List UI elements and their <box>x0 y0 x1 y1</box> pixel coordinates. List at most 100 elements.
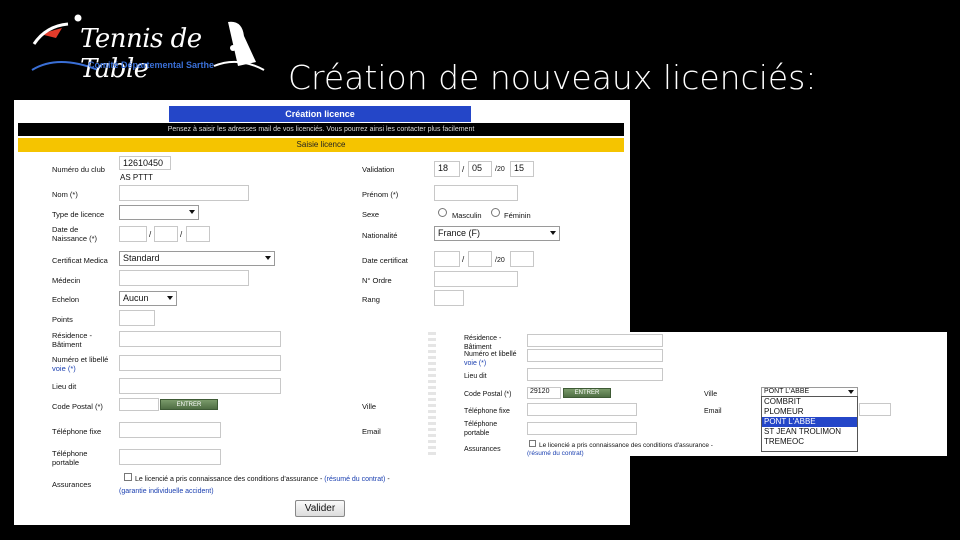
code-postal-label: Code Postal (*) <box>52 402 103 411</box>
zoom-tel-portable-field[interactable] <box>527 422 637 435</box>
residence-label: Résidence - Bâtiment <box>52 331 93 349</box>
ordre-label: N° Ordre <box>362 276 392 285</box>
chevron-down-icon <box>167 296 173 300</box>
panel-stripe <box>428 332 436 456</box>
club-number-field[interactable]: 12610450 <box>119 156 171 170</box>
licence-form: Création licence Pensez à saisir les adr… <box>14 100 630 525</box>
ville-option[interactable]: PONT L'ABBE <box>762 417 857 427</box>
chevron-down-icon <box>550 231 556 235</box>
zoom-resume-contrat-link[interactable]: (résumé du contrat) <box>527 449 584 458</box>
slide-title: Création de nouveaux licenciés: <box>288 58 817 97</box>
ordre-field[interactable] <box>434 271 518 287</box>
garantie-link[interactable]: (garantie individuelle accident) <box>119 487 214 496</box>
zoom-lieudit-label: Lieu dit <box>464 373 487 380</box>
resume-contrat-link[interactable]: (résumé du contrat) <box>324 476 385 483</box>
rang-label: Rang <box>362 295 380 304</box>
slide: Tennis de Table Comité Départemental Sar… <box>0 0 960 540</box>
nationalite-select[interactable]: France (F) <box>434 226 560 241</box>
zoom-email-field[interactable] <box>859 403 891 416</box>
date-certificat-year-field[interactable] <box>510 251 534 267</box>
prenom-label: Prénom (*) <box>362 190 399 199</box>
zoomed-form-panel: Résidence - Bâtiment Numéro et libellé voi… <box>428 332 947 458</box>
naissance-day-field[interactable] <box>119 226 147 242</box>
voie-label: Numéro et libellé voie (*) <box>52 355 109 373</box>
date-certificat-day-field[interactable] <box>434 251 460 267</box>
sexe-feminin-label: Féminin <box>504 211 531 220</box>
zoom-voie-field[interactable] <box>527 349 663 362</box>
zoom-enter-postal-code-button[interactable]: ENTRER <box>563 388 611 398</box>
tel-portable-field[interactable] <box>119 449 221 465</box>
validation-year-field[interactable]: 15 <box>510 161 534 177</box>
type-licence-select[interactable] <box>119 205 199 220</box>
zoom-lieudit-field[interactable] <box>527 368 663 381</box>
lieudit-field[interactable] <box>119 378 281 394</box>
certificat-value: Standard <box>123 253 160 263</box>
zoom-tel-fixe-field[interactable] <box>527 403 637 416</box>
section-title: Saisie licence <box>18 138 624 152</box>
prenom-field[interactable] <box>434 185 518 201</box>
date-separator: / <box>180 230 183 239</box>
club-number-label: Numéro du club <box>52 165 105 174</box>
zoom-assurances-label: Assurances <box>464 446 501 453</box>
medecin-label: Médecin <box>52 276 81 285</box>
ville-option[interactable]: PLOMEUR <box>762 407 857 417</box>
naissance-label: Date de Naissance (*) <box>52 225 98 243</box>
points-field[interactable] <box>119 310 155 326</box>
date-certificat-month-field[interactable] <box>468 251 492 267</box>
echelon-value: Aucun <box>123 293 149 303</box>
tab-creation-licence[interactable]: Création licence <box>169 106 471 122</box>
ville-option[interactable]: ST JEAN TROLIMON <box>762 427 857 437</box>
zoom-residence-field[interactable] <box>527 334 663 347</box>
assurances-label: Assurances <box>52 480 92 489</box>
nationalite-label: Nationalité <box>362 231 398 240</box>
validation-day-field[interactable]: 18 <box>434 161 460 177</box>
ville-option[interactable]: COMBRIT <box>762 397 857 407</box>
info-bar: Pensez à saisir les adresses mail de vos… <box>18 123 624 136</box>
code-postal-field[interactable] <box>119 398 159 411</box>
assurance-text: Le licencié a pris connaissance des cond… <box>135 476 390 483</box>
points-label: Points <box>52 315 73 324</box>
ville-option[interactable]: TREMEOC <box>762 437 857 447</box>
date-separator: / <box>462 165 465 174</box>
sexe-masculin-radio[interactable] <box>438 208 447 217</box>
zoom-email-label: Email <box>704 408 722 415</box>
voie-field[interactable] <box>119 355 281 371</box>
enter-postal-code-button[interactable]: ENTRER <box>160 399 218 410</box>
assurance-checkbox[interactable] <box>124 473 132 481</box>
date-certificat-year-prefix: /20 <box>495 257 505 264</box>
logo-subtitle: Comité Départemental Sarthe <box>88 60 215 70</box>
date-certificat-label: Date certificat <box>362 256 408 265</box>
ville-label: Ville <box>362 402 377 411</box>
chevron-down-icon <box>189 210 195 214</box>
date-separator: / <box>462 255 465 264</box>
zoom-code-postal-label: Code Postal (*) <box>464 391 512 398</box>
tel-portable-label: Téléphone portable <box>52 449 88 467</box>
sexe-feminin-radio[interactable] <box>491 208 500 217</box>
chevron-down-icon <box>265 256 271 260</box>
validation-month-field[interactable]: 05 <box>468 161 492 177</box>
nom-field[interactable] <box>119 185 249 201</box>
valider-button[interactable]: Valider <box>295 500 345 517</box>
lieudit-label: Lieu dit <box>52 382 77 391</box>
logo: Tennis de Table Comité Départemental Sar… <box>28 14 268 84</box>
zoom-assurance-checkbox[interactable] <box>529 440 536 447</box>
tel-fixe-field[interactable] <box>119 422 221 438</box>
naissance-year-field[interactable] <box>186 226 210 242</box>
medecin-field[interactable] <box>119 270 249 286</box>
echelon-select[interactable]: Aucun <box>119 291 177 306</box>
rang-field[interactable] <box>434 290 464 306</box>
nom-label: Nom (*) <box>52 190 78 199</box>
zoom-ville-label: Ville <box>704 391 718 398</box>
certificat-label: Certificat Medica <box>52 256 108 265</box>
sexe-label: Sexe <box>362 210 380 219</box>
zoom-code-postal-field[interactable]: 29120 <box>527 387 561 399</box>
naissance-month-field[interactable] <box>154 226 178 242</box>
certificat-select[interactable]: Standard <box>119 251 275 266</box>
residence-field[interactable] <box>119 331 281 347</box>
email-label: Email <box>362 427 381 436</box>
nationalite-value: France (F) <box>438 228 481 238</box>
sexe-masculin-label: Masculin <box>452 211 482 220</box>
zoom-ville-value: PONT L'ABBE <box>764 388 810 395</box>
date-separator: / <box>149 230 152 239</box>
ville-dropdown-list[interactable]: COMBRIT PLOMEUR PONT L'ABBE ST JEAN TROLIMO… <box>761 396 858 452</box>
